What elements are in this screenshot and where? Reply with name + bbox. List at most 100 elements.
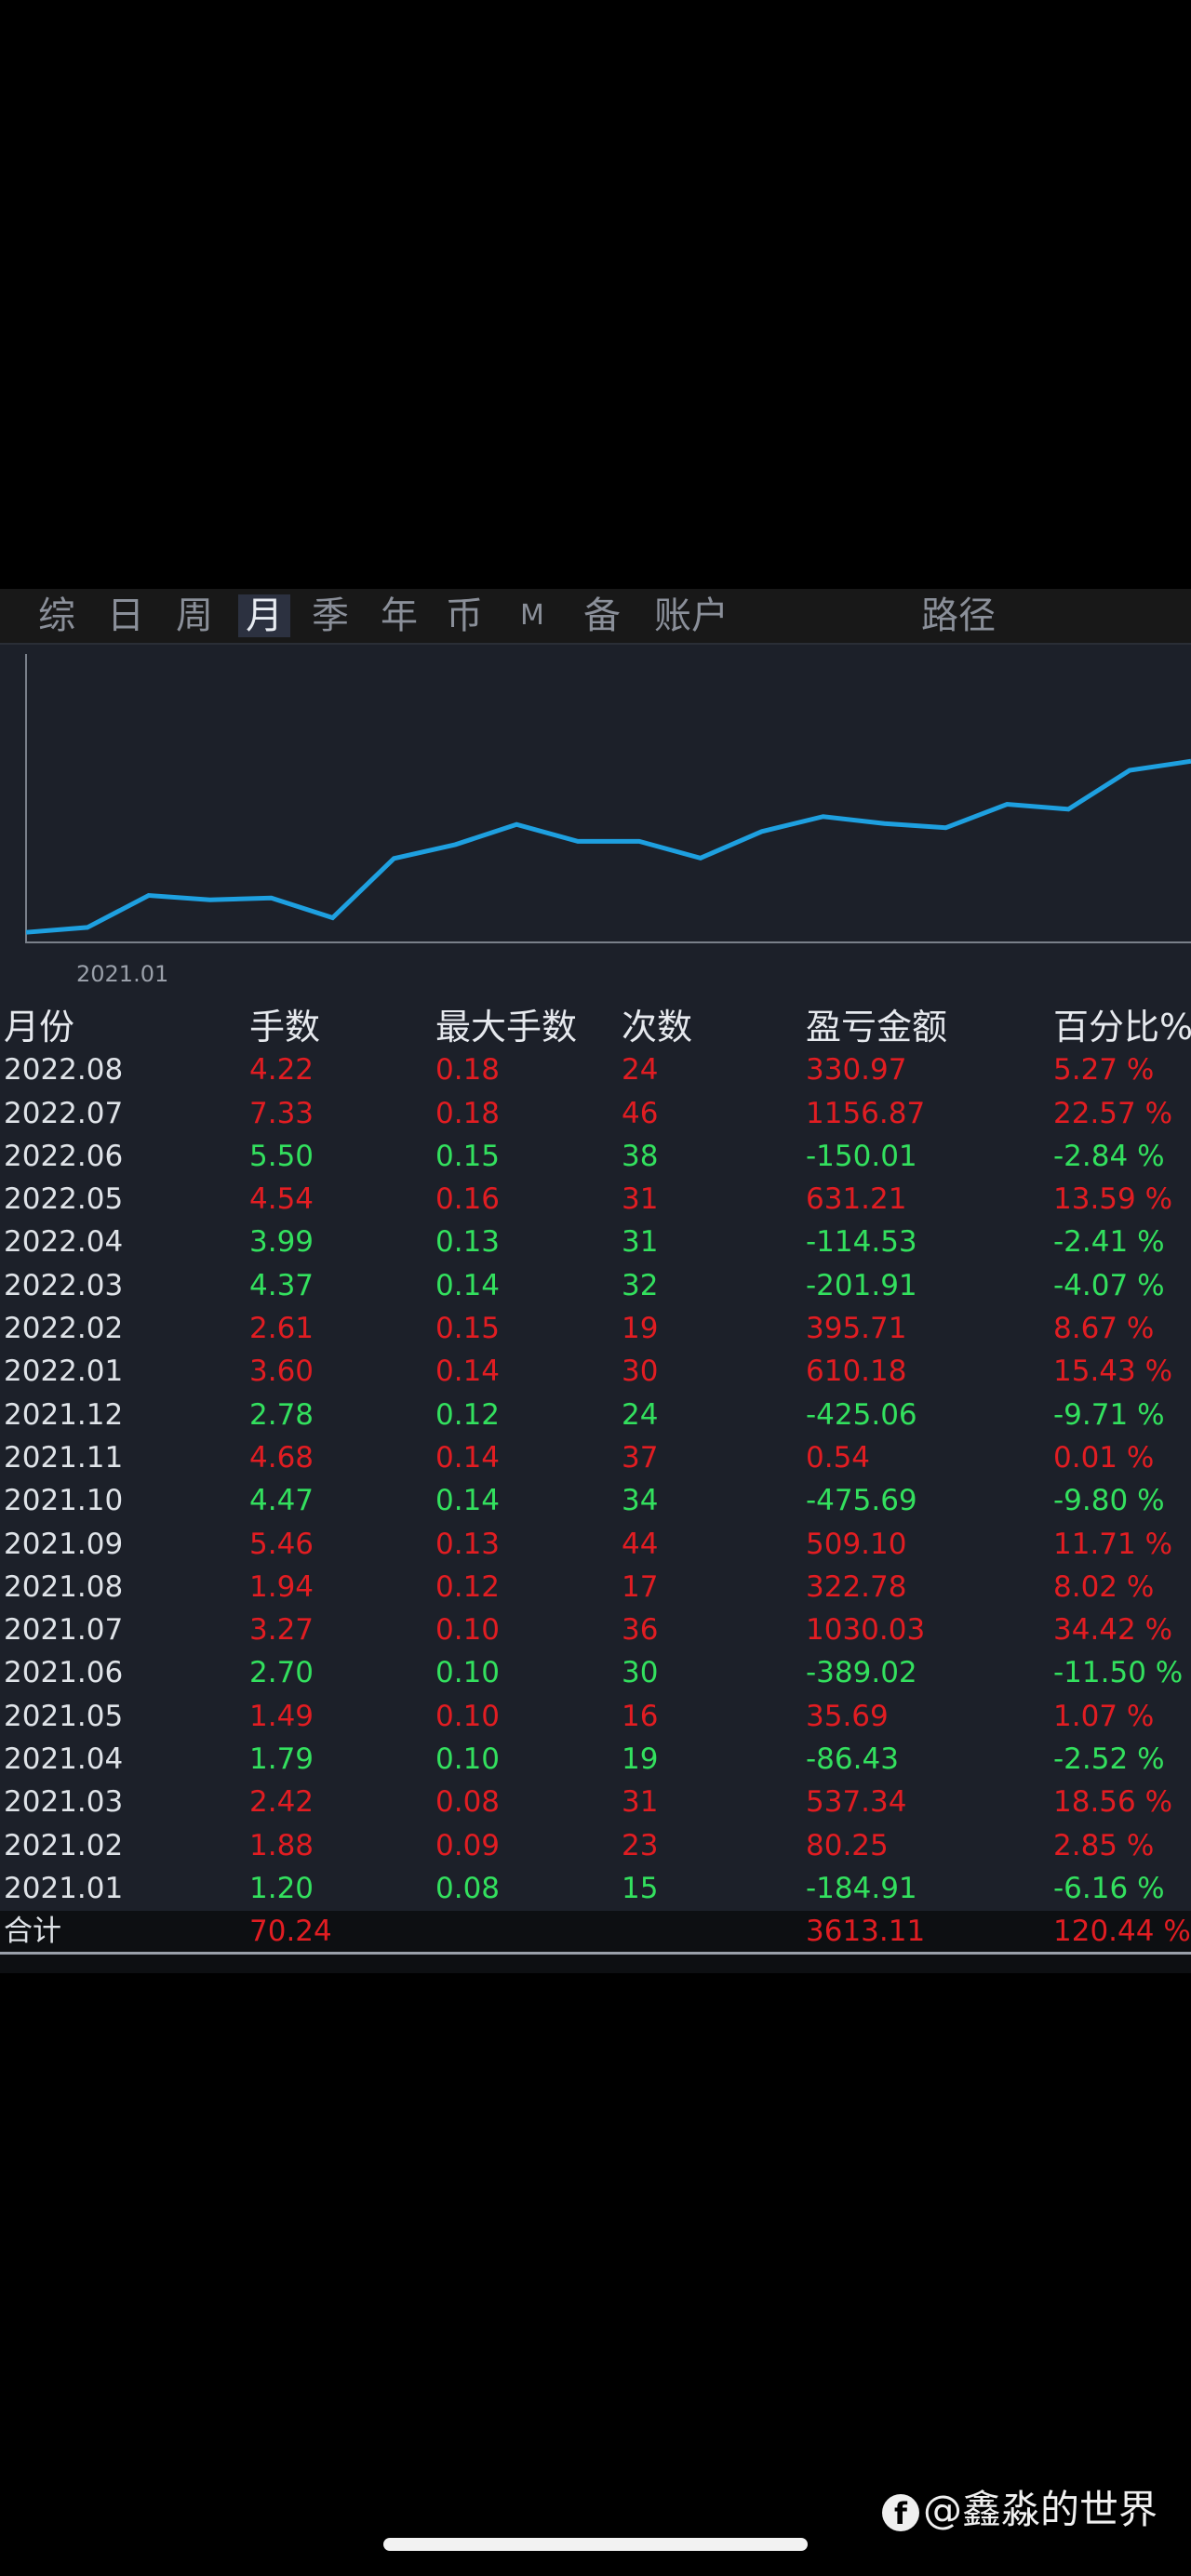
column-header[interactable]: 次数 bbox=[622, 1006, 692, 1048]
table-cell: 2022.07 bbox=[4, 1096, 124, 1130]
table-cell: 2.42 bbox=[249, 1785, 314, 1820]
table-row[interactable]: 2022.06 5.50 0.15 38 -150.01 -2.84 % bbox=[0, 1135, 1191, 1178]
table-cell: 2.70 bbox=[249, 1656, 314, 1690]
table-row[interactable]: 2021.04 1.79 0.10 19 -86.43 -2.52 % bbox=[0, 1738, 1191, 1781]
table-row[interactable]: 2021.03 2.42 0.08 31 537.34 18.56 % bbox=[0, 1781, 1191, 1823]
table-cell: 1.94 bbox=[249, 1569, 314, 1604]
table-cell: 2.61 bbox=[249, 1312, 314, 1346]
table-cell: 395.71 bbox=[806, 1312, 907, 1346]
table-cell: 0.13 bbox=[435, 1527, 501, 1561]
column-header[interactable]: 月份 bbox=[4, 1006, 74, 1048]
table-cell: 0.12 bbox=[435, 1569, 501, 1604]
table-row[interactable]: 2021.08 1.94 0.12 17 322.78 8.02 % bbox=[0, 1566, 1191, 1608]
table-cell: 1.20 bbox=[249, 1871, 314, 1905]
table-row[interactable]: 2021.10 4.47 0.14 34 -475.69 -9.80 % bbox=[0, 1479, 1191, 1522]
table-cell: 7.33 bbox=[249, 1096, 314, 1130]
table-row[interactable]: 2022.01 3.60 0.14 30 610.18 15.43 % bbox=[0, 1350, 1191, 1393]
tab-4[interactable]: 季 bbox=[307, 594, 354, 637]
tab-9[interactable]: 账户 bbox=[651, 594, 731, 637]
table-cell: 19 bbox=[622, 1742, 659, 1777]
table-row[interactable]: 2022.07 7.33 0.18 46 1156.87 22.57 % bbox=[0, 1092, 1191, 1135]
table-cell: 38 bbox=[622, 1139, 659, 1173]
table-cell: 0.16 bbox=[435, 1182, 501, 1217]
table-cell: 2022.03 bbox=[4, 1268, 124, 1302]
table-cell: 0.08 bbox=[435, 1871, 501, 1905]
table-cell: 0.15 bbox=[435, 1139, 501, 1173]
table-row[interactable]: 2021.09 5.46 0.13 44 509.10 11.71 % bbox=[0, 1523, 1191, 1566]
table-cell: 0.01 % bbox=[1053, 1440, 1155, 1475]
column-header[interactable]: 百分比% bbox=[1053, 1006, 1191, 1048]
table-cell: 0.10 bbox=[435, 1699, 501, 1733]
tab-7[interactable]: M bbox=[514, 594, 551, 637]
table-row[interactable]: 2022.08 4.22 0.18 24 330.97 5.27 % bbox=[0, 1048, 1191, 1091]
table-cell: 17 bbox=[622, 1569, 659, 1604]
table-cell: 19 bbox=[622, 1312, 659, 1346]
table-cell: 0.10 bbox=[435, 1613, 501, 1648]
table-cell: 15.43 % bbox=[1053, 1355, 1173, 1389]
watermark-text: @鑫淼的世界 bbox=[923, 2487, 1158, 2532]
table-cell: 322.78 bbox=[806, 1569, 907, 1604]
table-cell: 2021.03 bbox=[4, 1785, 124, 1820]
table-cell: 11.71 % bbox=[1053, 1527, 1173, 1561]
table-cell: 1.49 bbox=[249, 1699, 314, 1733]
table-cell: 0.09 bbox=[435, 1828, 501, 1862]
time-axis-strip bbox=[0, 1952, 1191, 1973]
tab-3[interactable]: 月 bbox=[238, 594, 290, 637]
tab-0[interactable]: 综 bbox=[33, 594, 80, 637]
total-lots: 70.24 bbox=[249, 1915, 332, 1948]
table-cell: 2021.12 bbox=[4, 1397, 124, 1432]
table-cell: 2022.06 bbox=[4, 1139, 124, 1173]
table-row[interactable]: 2022.04 3.99 0.13 31 -114.53 -2.41 % bbox=[0, 1221, 1191, 1263]
column-header[interactable]: 手数 bbox=[249, 1006, 320, 1048]
table-row[interactable]: 2021.02 1.88 0.09 23 80.25 2.85 % bbox=[0, 1824, 1191, 1867]
table-cell: 23 bbox=[622, 1828, 659, 1862]
table-cell: -475.69 bbox=[806, 1484, 917, 1518]
table-row[interactable]: 2021.06 2.70 0.10 30 -389.02 -11.50 % bbox=[0, 1651, 1191, 1694]
table-cell: 0.14 bbox=[435, 1484, 501, 1518]
table-row[interactable]: 2021.01 1.20 0.08 15 -184.91 -6.16 % bbox=[0, 1867, 1191, 1910]
table-cell: -4.07 % bbox=[1053, 1268, 1165, 1302]
tab-8[interactable]: 备 bbox=[579, 594, 625, 637]
table-cell: 80.25 bbox=[806, 1828, 889, 1862]
table-cell: 5.50 bbox=[249, 1139, 314, 1173]
table-row[interactable]: 2021.05 1.49 0.10 16 35.69 1.07 % bbox=[0, 1695, 1191, 1738]
table-cell: 24 bbox=[622, 1053, 659, 1088]
table-cell: -2.84 % bbox=[1053, 1139, 1165, 1173]
table-row[interactable]: 2021.11 4.68 0.14 37 0.54 0.01 % bbox=[0, 1436, 1191, 1479]
table-cell: -2.52 % bbox=[1053, 1742, 1165, 1777]
table-cell: 1030.03 bbox=[806, 1613, 926, 1648]
table-cell: 4.68 bbox=[249, 1440, 314, 1475]
table-cell: 0.54 bbox=[806, 1440, 871, 1475]
table-cell: 31 bbox=[622, 1182, 659, 1217]
table-row[interactable]: 2021.12 2.78 0.12 24 -425.06 -9.71 % bbox=[0, 1394, 1191, 1436]
facebook-icon: f bbox=[882, 2493, 919, 2531]
table-cell: 0.15 bbox=[435, 1312, 501, 1346]
table-cell: 0.12 bbox=[435, 1397, 501, 1432]
table-cell: 30 bbox=[622, 1656, 659, 1690]
equity-line bbox=[25, 758, 1191, 935]
tab-1[interactable]: 日 bbox=[102, 594, 149, 637]
table-cell: -2.41 % bbox=[1053, 1225, 1165, 1260]
total-row: 合计 70.24 3613.11 120.44 % bbox=[0, 1911, 1191, 1952]
table-row[interactable]: 2022.05 4.54 0.16 31 631.21 13.59 % bbox=[0, 1178, 1191, 1221]
total-label: 合计 bbox=[4, 1915, 61, 1948]
path-label[interactable]: 路径 bbox=[921, 594, 996, 637]
table-cell: 5.27 % bbox=[1053, 1053, 1155, 1088]
table-row[interactable]: 2021.07 3.27 0.10 36 1030.03 34.42 % bbox=[0, 1608, 1191, 1651]
table-cell: 2022.01 bbox=[4, 1355, 124, 1389]
tab-5[interactable]: 年 bbox=[376, 594, 422, 637]
table-cell: 34.42 % bbox=[1053, 1613, 1173, 1648]
home-indicator[interactable] bbox=[383, 2538, 808, 2551]
column-header[interactable]: 最大手数 bbox=[435, 1006, 577, 1048]
period-tab-bar: 综日周月季年币 M 备账户 bbox=[0, 589, 1191, 645]
table-cell: -86.43 bbox=[806, 1742, 899, 1777]
table-cell: 537.34 bbox=[806, 1785, 907, 1820]
table-cell: 0.10 bbox=[435, 1656, 501, 1690]
table-cell: 15 bbox=[622, 1871, 659, 1905]
tab-2[interactable]: 周 bbox=[171, 594, 218, 637]
table-row[interactable]: 2022.03 4.37 0.14 32 -201.91 -4.07 % bbox=[0, 1264, 1191, 1307]
table-cell: 0.08 bbox=[435, 1785, 501, 1820]
tab-6[interactable]: 币 bbox=[441, 594, 488, 637]
column-header[interactable]: 盈亏金额 bbox=[806, 1006, 947, 1048]
table-row[interactable]: 2022.02 2.61 0.15 19 395.71 8.67 % bbox=[0, 1307, 1191, 1350]
